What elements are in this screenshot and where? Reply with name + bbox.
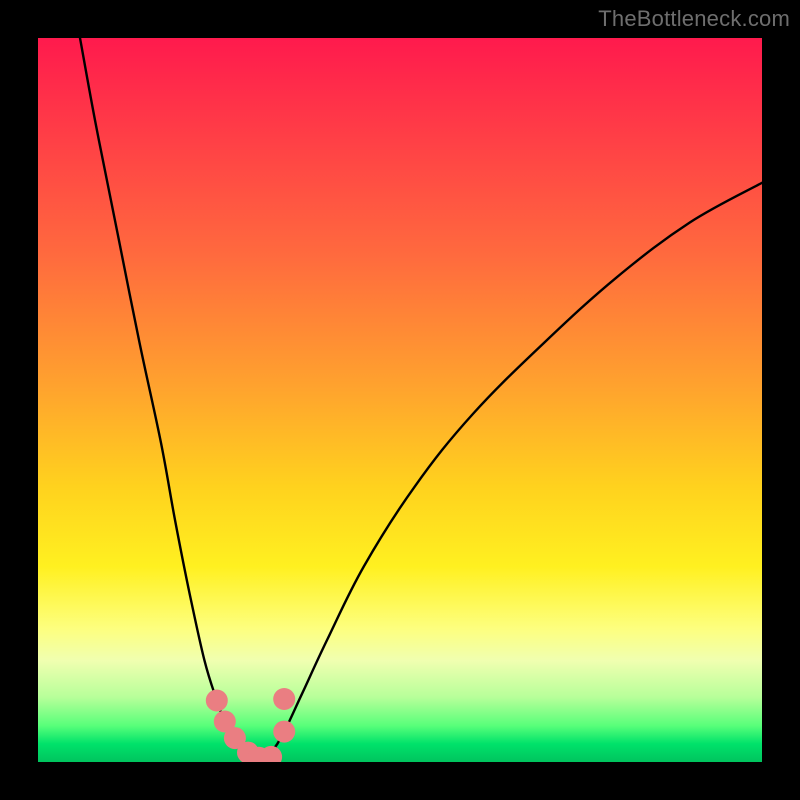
watermark-text: TheBottleneck.com: [598, 6, 790, 32]
left-curve: [80, 38, 259, 758]
plot-area: [38, 38, 762, 762]
curve-layer: [38, 38, 762, 762]
highlight-dots: [206, 688, 295, 762]
highlight-dot: [273, 721, 295, 743]
chart-frame: TheBottleneck.com: [0, 0, 800, 800]
highlight-dot: [273, 688, 295, 710]
highlight-dot: [206, 690, 228, 712]
right-curve: [259, 183, 762, 758]
